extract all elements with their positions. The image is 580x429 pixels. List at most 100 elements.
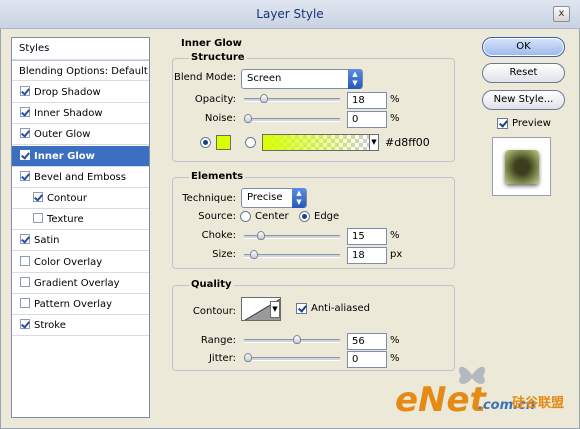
style-item-color-overlay[interactable]: Color Overlay [12,252,149,273]
gradient-dropdown-icon[interactable]: ▼ [369,134,379,151]
technique-value: Precise [247,192,283,203]
preview-swatch [505,150,539,184]
blend-mode-select[interactable]: Screen ▲ ▼ [241,69,363,89]
choke-unit: % [390,230,400,241]
style-checkbox[interactable] [33,213,43,224]
chevron-updown-icon: ▲ ▼ [292,188,306,208]
reset-button[interactable]: Reset [482,63,565,83]
style-checkbox[interactable] [20,234,30,245]
blending-options-item[interactable]: Blending Options: Default [12,60,149,81]
style-item-label: Contour [47,193,87,204]
style-item-satin[interactable]: Satin [12,230,149,252]
style-item-label: Gradient Overlay [34,277,120,289]
source-center-label[interactable]: Center [255,211,289,222]
noise-label: Noise: [204,113,236,124]
structure-legend: Structure [189,52,247,63]
choke-input[interactable]: 15 [347,228,387,245]
antialiased-label[interactable]: Anti-aliased [311,303,370,314]
size-input[interactable]: 18 [347,247,387,264]
size-label: Size: [212,249,236,260]
style-checkbox[interactable] [20,276,30,287]
range-input[interactable]: 56 [347,333,387,350]
technique-select[interactable]: Precise ▲ ▼ [241,188,307,208]
range-slider[interactable] [244,335,340,344]
jitter-slider-thumb[interactable] [244,353,252,362]
panel-title: Inner Glow [181,38,242,49]
opacity-slider[interactable] [244,94,340,103]
styles-header[interactable]: Styles [12,38,149,60]
style-item-label: Drop Shadow [34,87,101,98]
style-item-inner-shadow[interactable]: Inner Shadow [12,103,149,125]
style-checkbox[interactable] [20,149,30,160]
choke-label: Choke: [201,230,236,241]
chevron-updown-icon: ▲ ▼ [348,69,362,89]
contour-label: Contour: [192,306,236,317]
style-item-bevel-and-emboss[interactable]: Bevel and Emboss [12,167,149,188]
style-item-label: Bevel and Emboss [34,171,126,183]
jitter-slider[interactable] [244,353,340,362]
glow-color-swatch[interactable] [216,135,231,150]
preview-label[interactable]: Preview [512,118,551,129]
antialiased-checkbox[interactable] [296,303,307,314]
noise-input[interactable]: 0 [347,111,387,128]
solid-color-radio[interactable] [200,137,211,148]
source-label: Source: [198,211,236,222]
style-item-label: Inner Glow [34,150,95,162]
noise-unit: % [390,113,400,124]
style-item-label: Texture [47,214,84,226]
style-preview [492,137,551,196]
style-item-inner-glow[interactable]: Inner Glow [12,145,149,167]
size-unit: px [390,249,403,260]
gradient-radio[interactable] [245,137,256,148]
style-checkbox[interactable] [20,255,30,266]
range-slider-thumb[interactable] [293,335,302,344]
style-checkbox[interactable] [20,86,30,96]
style-item-outer-glow[interactable]: Outer Glow [12,124,149,146]
glow-hex-label: #d8ff00 [385,136,430,149]
style-checkbox[interactable] [20,319,30,330]
style-item-contour[interactable]: Contour [12,188,149,209]
source-center-radio[interactable] [240,211,251,222]
jitter-unit: % [390,353,400,364]
contour-dropdown-icon[interactable]: ▼ [270,301,280,318]
jitter-label: Jitter: [208,353,236,364]
jitter-input[interactable]: 0 [347,351,387,368]
range-unit: % [390,335,400,346]
style-item-label: Pattern Overlay [34,299,113,310]
style-item-gradient-overlay[interactable]: Gradient Overlay [12,273,149,294]
preview-checkbox[interactable] [497,118,508,129]
style-checkbox[interactable] [20,107,30,118]
style-checkbox[interactable] [20,170,30,181]
style-item-label: Outer Glow [34,129,91,141]
ok-button[interactable]: OK [482,37,565,57]
style-item-stroke[interactable]: Stroke [12,315,149,337]
gradient-picker[interactable] [262,134,370,151]
style-item-texture[interactable]: Texture [12,209,149,231]
noise-slider[interactable] [244,114,340,123]
choke-slider[interactable] [244,231,340,240]
style-checkbox[interactable] [20,128,30,139]
opacity-input[interactable]: 18 [347,92,387,109]
choke-slider-thumb[interactable] [257,231,266,240]
blend-mode-label: Blend Mode: [174,72,237,83]
window-title: Layer Style [256,7,324,21]
styles-list: Styles Blending Options: Default Drop Sh… [11,37,150,418]
style-item-label: Color Overlay [34,256,103,268]
blend-mode-value: Screen [247,73,282,84]
size-slider[interactable] [244,250,340,259]
source-edge-radio[interactable] [299,211,310,222]
style-item-label: Stroke [34,320,66,332]
close-button[interactable]: x [553,6,570,22]
opacity-slider-thumb[interactable] [259,94,268,103]
size-slider-thumb[interactable] [250,250,259,259]
opacity-label: Opacity: [194,94,236,105]
style-checkbox[interactable] [20,298,30,308]
source-edge-label[interactable]: Edge [314,211,339,222]
title-bar: Layer Style x [0,0,580,29]
style-item-pattern-overlay[interactable]: Pattern Overlay [12,294,149,315]
noise-slider-thumb[interactable] [244,114,252,123]
butterfly-icon [458,366,486,384]
style-item-drop-shadow[interactable]: Drop Shadow [12,82,149,103]
new-style-button[interactable]: New Style... [482,90,565,110]
style-checkbox[interactable] [33,192,43,202]
